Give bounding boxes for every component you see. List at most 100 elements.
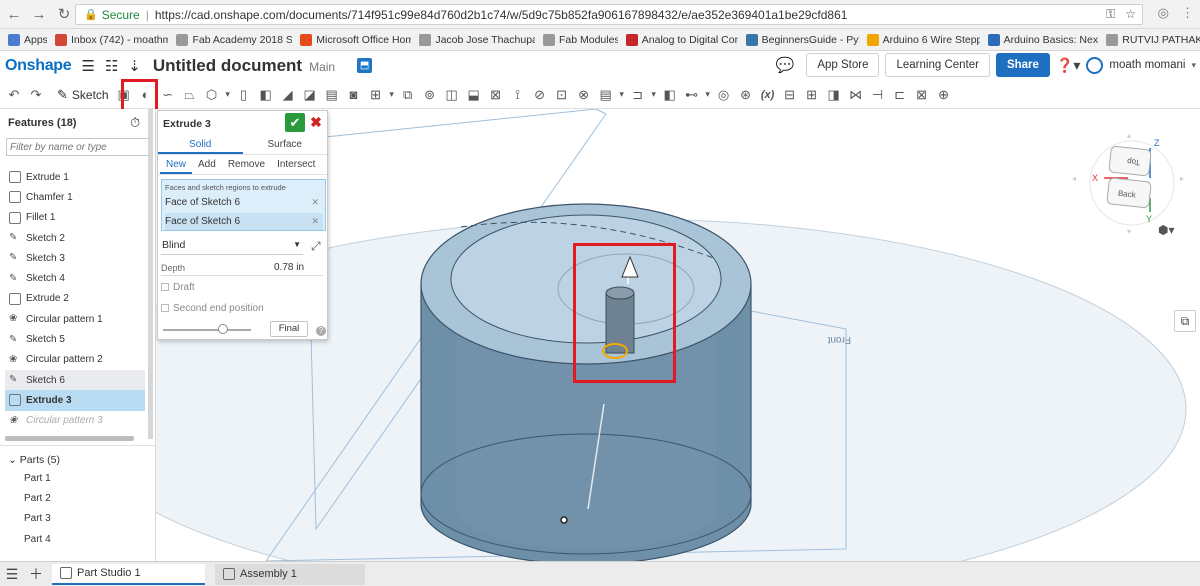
- extension-icon[interactable]: ◎: [1158, 5, 1169, 21]
- sketch-button[interactable]: ✎ Sketch: [53, 87, 113, 103]
- feature-tool-icon[interactable]: ▾: [387, 84, 397, 106]
- feature-item[interactable]: ✎ Sketch 3: [5, 248, 145, 268]
- depth-input[interactable]: 0.78 in: [274, 262, 304, 273]
- add-tab-icon[interactable]: ＋: [24, 564, 48, 584]
- redo-icon[interactable]: ↷: [25, 84, 47, 106]
- feature-tool-icon[interactable]: ⧉: [397, 84, 419, 106]
- bookmark-item[interactable]: Jacob Jose Thachupa: [419, 33, 535, 46]
- appearance-panel-icon[interactable]: ⧉: [1174, 310, 1196, 332]
- feature-tool-icon[interactable]: ⊕: [933, 84, 955, 106]
- remove-x-icon[interactable]: ✕: [311, 197, 319, 208]
- menu-kebab-icon[interactable]: ⋮: [1181, 5, 1194, 21]
- key-icon[interactable]: ⚿: [1106, 7, 1115, 22]
- feature-item[interactable]: ✎ Sketch 4: [5, 268, 145, 288]
- user-menu-chevron-icon[interactable]: ▾: [1191, 60, 1196, 71]
- feature-tool-icon[interactable]: ⏢: [179, 84, 201, 106]
- feature-tool-icon[interactable]: ◧: [255, 84, 277, 106]
- document-title[interactable]: Untitled document: [153, 56, 302, 76]
- end-type-select[interactable]: Blind ▼: [161, 237, 303, 255]
- feature-tool-icon[interactable]: ⋈: [845, 84, 867, 106]
- feature-list-toggle-icon[interactable]: ☷: [105, 57, 118, 75]
- bookmark-item[interactable]: Microsoft Office Hom: [300, 33, 411, 46]
- tab-assembly[interactable]: Assembly 1: [215, 563, 365, 585]
- feature-tool-icon[interactable]: ◫: [441, 84, 463, 106]
- bookmark-item[interactable]: Fab Academy 2018 Si: [176, 33, 292, 46]
- op-new[interactable]: New: [160, 157, 193, 174]
- bookmark-item[interactable]: Apps: [8, 33, 47, 46]
- feature-tool-icon[interactable]: (x): [757, 84, 779, 106]
- draft-checkbox[interactable]: [161, 283, 169, 291]
- feature-tool-icon[interactable]: ⬡: [201, 84, 223, 106]
- feature-list-h-scrollbar[interactable]: [5, 436, 134, 441]
- feature-item[interactable]: ❀ Circular pattern 1: [5, 309, 145, 329]
- help-icon[interactable]: ❓▾: [1056, 57, 1080, 74]
- bookmark-item[interactable]: Analog to Digital Con: [625, 33, 738, 46]
- feature-filter-input[interactable]: [6, 138, 149, 156]
- feature-item[interactable]: ✎ Sketch 5: [5, 329, 145, 349]
- feature-item[interactable]: ❀ Circular pattern 3: [5, 411, 145, 431]
- op-intersect[interactable]: Intersect: [271, 157, 321, 174]
- feature-tool-icon[interactable]: ⊚: [419, 84, 441, 106]
- feature-item[interactable]: Fillet 1: [5, 208, 145, 228]
- feature-item[interactable]: ❀ Circular pattern 2: [5, 350, 145, 370]
- part-item[interactable]: Part 1: [24, 468, 51, 488]
- feature-tool-icon[interactable]: ⟟: [507, 84, 529, 106]
- feature-tool-icon[interactable]: ▾: [649, 84, 659, 106]
- onshape-logo[interactable]: Onshape: [5, 57, 72, 75]
- tab-surface[interactable]: Surface: [243, 137, 328, 154]
- feature-tool-icon[interactable]: ⊞: [365, 84, 387, 106]
- feature-tool-icon[interactable]: ⊟: [779, 84, 801, 106]
- feature-tool-icon[interactable]: ⊣: [867, 84, 889, 106]
- preview-slider-track[interactable]: [163, 329, 251, 331]
- feature-item[interactable]: Extrude 2: [5, 289, 145, 309]
- undo-icon[interactable]: ↶: [3, 84, 25, 106]
- tab-solid[interactable]: Solid: [158, 137, 243, 154]
- feature-item[interactable]: ✎ Sketch 6: [5, 369, 145, 391]
- face-selection-item[interactable]: Face of Sketch 6 ✕: [165, 213, 323, 230]
- version-graph-icon[interactable]: ⬒: [357, 58, 373, 73]
- star-icon[interactable]: ☆: [1125, 7, 1136, 22]
- feature-tool-icon[interactable]: ⊐: [627, 84, 649, 106]
- feature-tool-icon[interactable]: ◪: [299, 84, 321, 106]
- part-item[interactable]: Part 3: [24, 509, 51, 529]
- feature-list-scrollbar[interactable]: [148, 109, 153, 439]
- faces-selection-box[interactable]: Faces and sketch regions to extrude Face…: [161, 179, 326, 231]
- feature-tool-icon[interactable]: ⬓: [463, 84, 485, 106]
- flip-direction-icon[interactable]: ⤢: [311, 239, 321, 254]
- part-item[interactable]: Part 2: [24, 488, 51, 508]
- feature-tool-icon[interactable]: ⊠: [485, 84, 507, 106]
- feature-tool-icon[interactable]: ▤: [595, 84, 617, 106]
- feature-item[interactable]: Extrude 1: [5, 167, 145, 187]
- op-add[interactable]: Add: [192, 157, 222, 174]
- feature-tool-icon[interactable]: ⊛: [735, 84, 757, 106]
- view-cube[interactable]: X Z Y Top Back ◂ ▸ ▴ ▾ ⬢▾: [1070, 128, 1190, 238]
- second-end-checkbox[interactable]: [161, 304, 169, 312]
- bookmark-item[interactable]: RUTVIJ PATHAK: [1106, 33, 1200, 46]
- comment-icon[interactable]: 💬: [776, 56, 795, 74]
- feature-tool-icon[interactable]: ◧: [659, 84, 681, 106]
- feature-tool-icon[interactable]: ⊗: [573, 84, 595, 106]
- learning-center-button[interactable]: Learning Center: [885, 53, 990, 77]
- app-store-button[interactable]: App Store: [806, 53, 880, 77]
- rollback-timer-icon[interactable]: ⏱: [130, 115, 140, 131]
- bookmark-item[interactable]: BeginnersGuide - Pyt: [745, 33, 859, 46]
- feature-tool-icon[interactable]: ▾: [223, 84, 233, 106]
- op-remove[interactable]: Remove: [222, 157, 271, 174]
- reload-icon[interactable]: ↻: [53, 3, 75, 25]
- feature-tool-icon[interactable]: ▯: [233, 84, 255, 106]
- final-button[interactable]: Final: [270, 321, 308, 337]
- feature-item[interactable]: Chamfer 1: [5, 187, 145, 207]
- feature-item[interactable]: ✎ Sketch 2: [5, 228, 145, 248]
- feature-tool-icon[interactable]: ▤: [321, 84, 343, 106]
- back-arrow-icon[interactable]: ←: [3, 3, 25, 25]
- feature-tool-icon[interactable]: ◢: [277, 84, 299, 106]
- bookmark-item[interactable]: Fab Modules: [542, 33, 618, 46]
- address-bar[interactable]: 🔒 Secure | https://cad.onshape.com/docum…: [75, 4, 1143, 25]
- face-selection-item[interactable]: Face of Sketch 6 ✕: [165, 194, 323, 211]
- view-options-icon[interactable]: ⬢▾: [1158, 223, 1175, 237]
- url-text[interactable]: https://cad.onshape.com/documents/714f95…: [155, 8, 848, 22]
- help-icon[interactable]: ?: [316, 326, 326, 336]
- feature-tool-icon[interactable]: ⊏: [889, 84, 911, 106]
- avatar[interactable]: [1086, 56, 1104, 74]
- feature-tool-icon[interactable]: ◎: [713, 84, 735, 106]
